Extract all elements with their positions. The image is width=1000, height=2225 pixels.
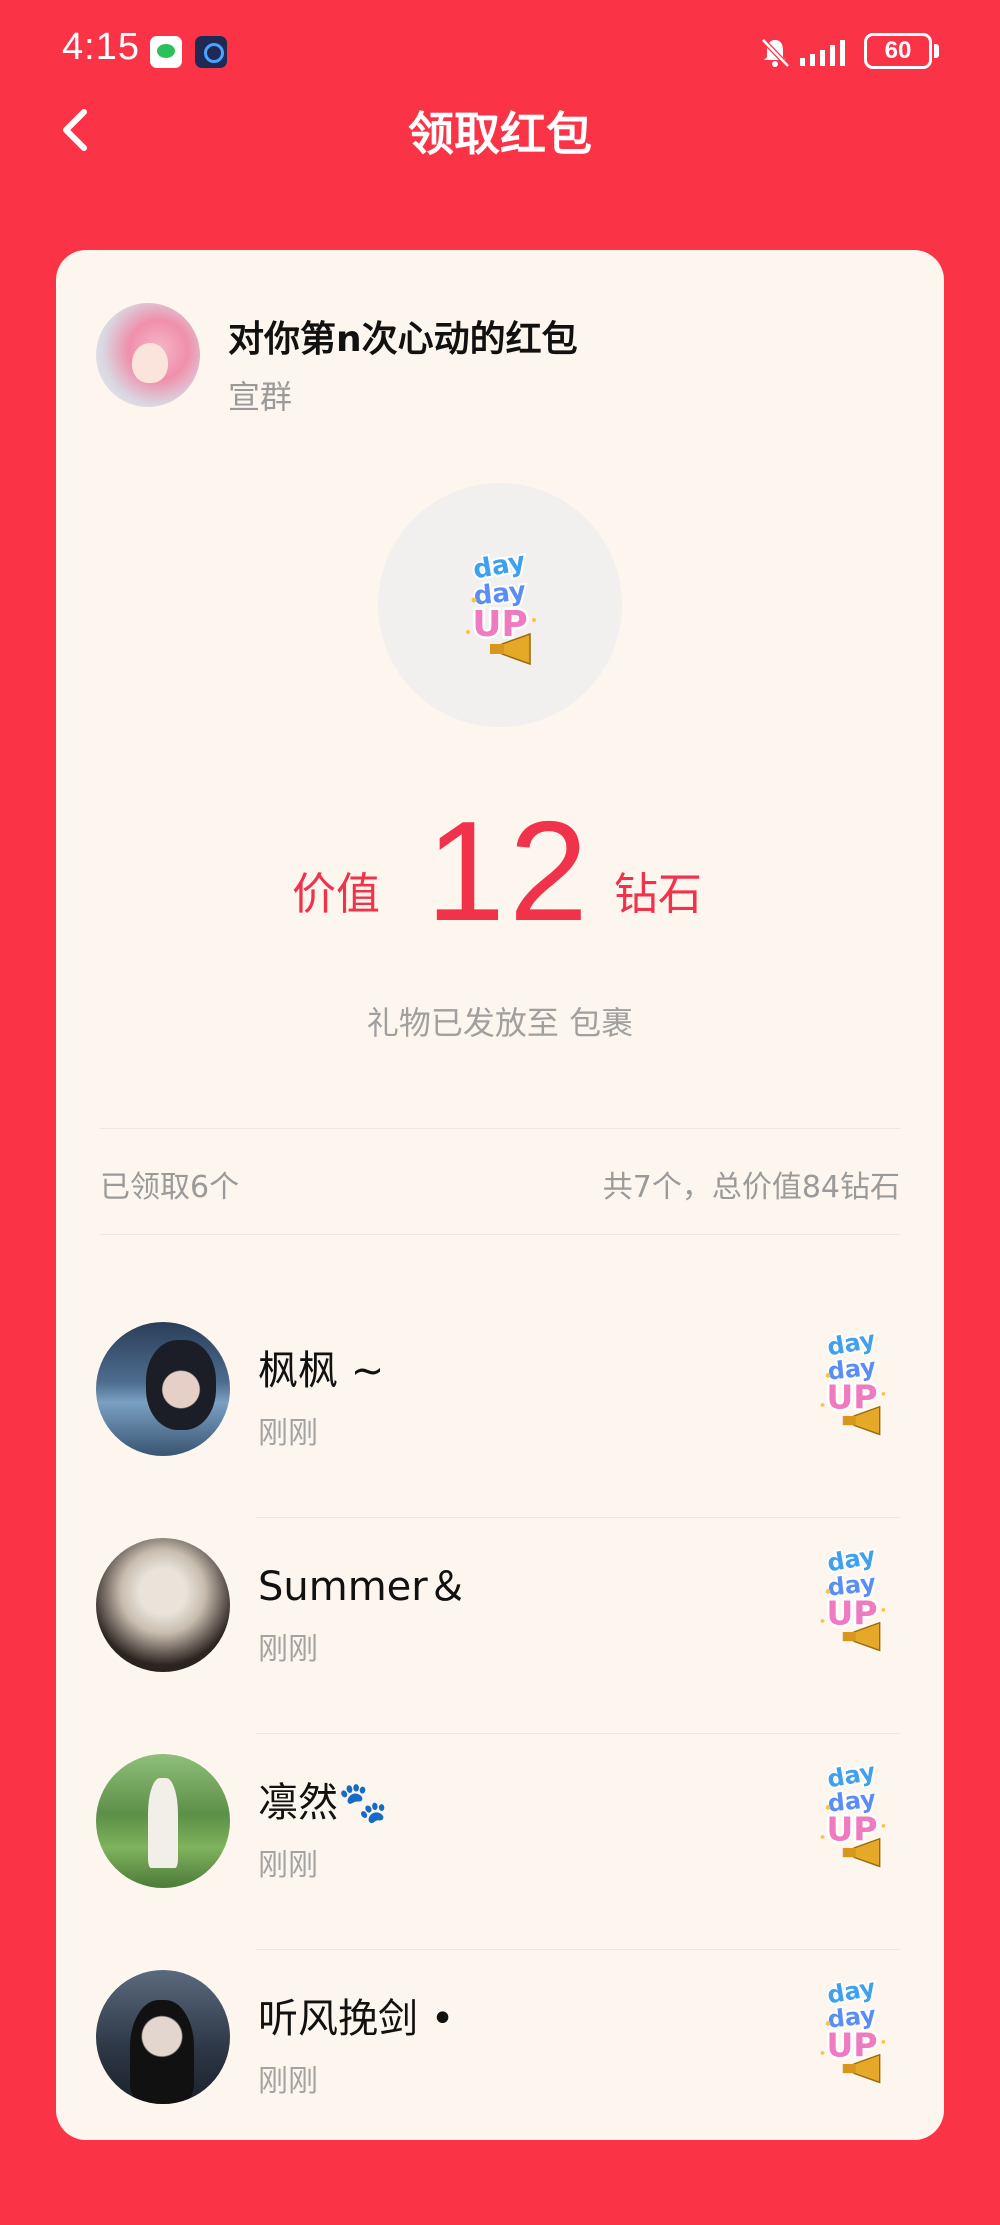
status-time: 4:15: [62, 26, 140, 68]
claim-time: 刚刚: [258, 2064, 318, 2099]
red-packet-card: 对你第n次心动的红包 宣群 价值 12 钻石 礼物已发放至 包裹 已领取6个 共…: [56, 250, 944, 2140]
packet-title: 对你第n次心动的红包: [228, 319, 578, 360]
battery-tip: [934, 44, 939, 58]
value-unit: 钻石: [614, 869, 702, 920]
battery-icon: 60: [864, 33, 932, 69]
avatar[interactable]: [96, 1322, 230, 1456]
day-day-up-sticker-icon: [802, 1320, 902, 1440]
bell-muted-icon: [761, 38, 790, 68]
list-item[interactable]: 听风挽剑 • 刚刚: [56, 1950, 944, 2140]
divider: [100, 1128, 900, 1129]
page-title: 领取红包: [408, 107, 592, 161]
total-info: 共7个，总价值84钻石: [602, 1170, 900, 1205]
recipient-name: 枫枫 ~: [258, 1348, 385, 1394]
sender-name: 宣群: [228, 378, 293, 416]
day-day-up-sticker-icon: [802, 1536, 902, 1656]
status-bar: 4:15 60: [0, 0, 1000, 100]
claim-time: 刚刚: [258, 1848, 318, 1883]
divider: [100, 1234, 900, 1235]
list-item[interactable]: 枫枫 ~ 刚刚: [56, 1302, 944, 1518]
avatar[interactable]: [96, 1754, 230, 1888]
value-prefix: 价值: [292, 869, 380, 920]
day-day-up-sticker-icon: [802, 1752, 902, 1872]
avatar[interactable]: [96, 1538, 230, 1672]
avatar[interactable]: [96, 1970, 230, 2104]
recipient-name: Summer＆: [258, 1564, 468, 1610]
gift-display: [378, 483, 622, 727]
list-item[interactable]: 凛然🐾 刚刚: [56, 1734, 944, 1950]
day-day-up-sticker-icon: [450, 540, 550, 670]
value-number: 12: [426, 792, 592, 951]
claim-time: 刚刚: [258, 1632, 318, 1667]
recipient-name: 听风挽剑 •: [258, 1996, 455, 2042]
app-notification-icon: [195, 36, 227, 68]
day-day-up-sticker-icon: [802, 1968, 902, 2088]
delivery-note: 礼物已发放至 包裹: [366, 1004, 634, 1042]
list-item[interactable]: Summer＆ 刚刚: [56, 1518, 944, 1734]
claim-time: 刚刚: [258, 1416, 318, 1451]
value-row: 价值 12 钻石: [56, 790, 944, 951]
battery-level: 60: [884, 37, 912, 64]
wechat-notification-icon: [150, 36, 182, 68]
recipient-name: 凛然🐾: [258, 1780, 388, 1826]
signal-icon: [800, 40, 845, 66]
received-count: 已领取6个: [100, 1170, 240, 1205]
sender-avatar[interactable]: [96, 303, 200, 407]
